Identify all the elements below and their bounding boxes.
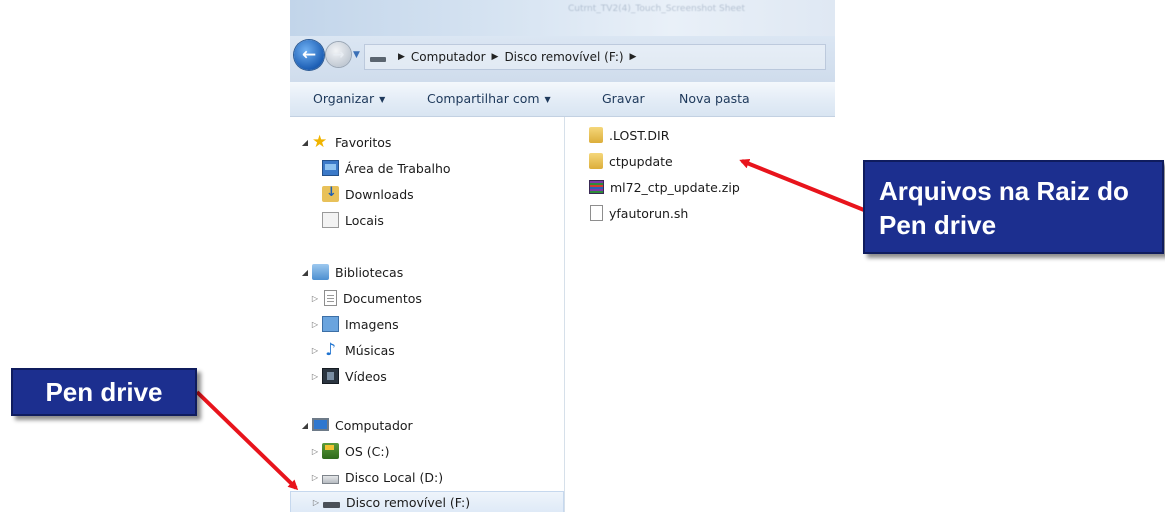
callout-pen-drive: Pen drive	[11, 368, 197, 416]
arrow-to-pen-drive	[195, 390, 299, 491]
annotation-arrows	[195, 158, 865, 491]
arrow-to-root-files	[739, 158, 865, 212]
callout-root-files: Arquivos na Raiz do Pen drive	[863, 160, 1164, 254]
